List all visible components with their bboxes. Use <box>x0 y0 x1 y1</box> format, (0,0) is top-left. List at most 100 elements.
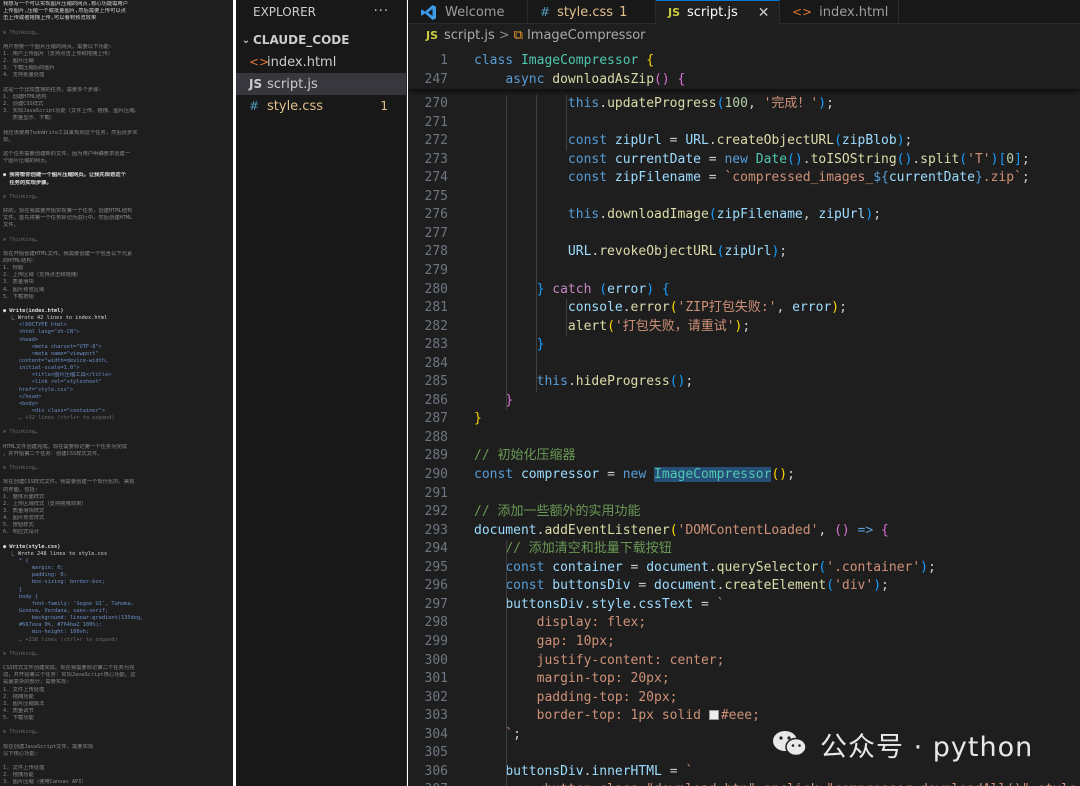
terminal-line: 2. 创建CSS样式 <box>3 100 44 107</box>
terminal-line: initial-scale=1.0"> <box>3 365 80 372</box>
code-line[interactable]: 281 console.error('ZIP打包失败:', error); <box>408 299 1080 318</box>
indent-guide <box>536 95 537 392</box>
terminal-line: <link rel="stylesheet" <box>3 379 102 386</box>
explorer-sidebar: EXPLORER ··· ⌄ CLAUDE_CODE <> index.html J… <box>236 0 407 786</box>
terminal-line: 6. 响应式设计 <box>3 529 40 536</box>
line-number: 291 <box>424 485 448 501</box>
code-line[interactable]: 272 const zipUrl = URL.createObjectURL(z… <box>408 132 1080 151</box>
terminal-line: padding: 0; <box>3 572 67 579</box>
code-line[interactable]: 300 justify-content: center; <box>408 652 1080 671</box>
code-line[interactable]: 295 const container = document.querySele… <box>408 559 1080 578</box>
tab-script-js[interactable]: JS script.js ✕ <box>656 0 780 24</box>
close-icon[interactable]: ✕ <box>758 5 770 21</box>
code-line[interactable]: 292 // 添加一些额外的实用功能 <box>408 503 1080 522</box>
line-number: 303 <box>424 708 448 724</box>
terminal-line: 文件。首先将第一个任务标记为进行中，然后创建HTML <box>3 215 133 222</box>
breadcrumb-symbol[interactable]: ImageCompressor <box>527 28 646 43</box>
code-line[interactable]: 289 // 初始化压缩器 <box>408 447 1080 466</box>
terminal-line: 我想写一个可以实现图片压缩的网页,核心功能需用户 <box>3 1 129 7</box>
code-line[interactable]: 285 this.hideProgress(); <box>408 373 1080 392</box>
code-line[interactable]: 290 const compressor = new ImageCompresso… <box>408 466 1080 485</box>
code-line[interactable]: 297 buttonsDiv.style.cssText = ` <box>408 596 1080 615</box>
code-line[interactable]: 270 this.updateProgress(100, '完成！'); <box>408 95 1080 114</box>
terminal-line: 击上传或者拖拽上传,可以看到预览效果 <box>3 15 97 22</box>
code-line[interactable]: 278 URL.revokeObjectURL(zipUrl); <box>408 243 1080 262</box>
code-line[interactable]: 291 <box>408 485 1080 504</box>
terminal-line: 3. 图片压缩（使用Canvas API） <box>3 779 87 786</box>
file-list: <> index.html JS script.js # style.css 1 <box>236 51 406 117</box>
tab-style-css[interactable]: # style.css 1 <box>528 0 656 24</box>
terminal-line: <div class="container"> <box>3 408 106 415</box>
line-number: 293 <box>424 522 448 538</box>
code-text: const zipUrl = URL.createObjectURL(zipBl… <box>567 133 913 149</box>
terminal-line: <body> <box>3 400 39 407</box>
code-line[interactable]: 294 // 添加清空和批量下载按钮 <box>408 540 1080 559</box>
terminal-line: 3. 下载压缩后的图片 <box>3 65 55 72</box>
folder-claude-code[interactable]: ⌄ CLAUDE_CODE <box>236 29 406 51</box>
terminal-line: 1. 文件上传处理 <box>3 686 45 693</box>
terminal-line: ✻ Thinking… <box>3 29 39 36</box>
code-line[interactable]: 296 const buttonsDiv = document.createEl… <box>408 577 1080 596</box>
code-line[interactable]: 282 alert('打包失败，请重试'); <box>408 318 1080 337</box>
code-line[interactable]: 306 buttonsDiv.innerHTML = ` <box>408 763 1080 782</box>
tab-welcome[interactable]: Welcome <box>408 0 528 24</box>
chevron-down-icon[interactable]: ⌄ <box>239 35 253 46</box>
code-line[interactable]: 276 this.downloadImage(zipFilename, zipU… <box>408 206 1080 225</box>
code-text: this.updateProgress(100, '完成！'); <box>567 96 834 111</box>
line-number: 297 <box>424 596 448 612</box>
code-line[interactable]: 247 async downloadAsZip() { <box>408 71 1080 90</box>
terminal-line: 2. 上传区域样式（支持拖拽效果） <box>3 500 87 507</box>
code-text: // 添加清空和批量下载按钮 <box>505 541 672 557</box>
problem-count-badge: 1 <box>380 99 388 113</box>
code-line[interactable]: 284 <box>408 355 1080 374</box>
terminal-line: font-family: 'Segoe UI', Tahoma, <box>3 600 134 607</box>
editor-area: Welcome # style.css 1 JS script.js ✕ <> index.ht… <box>408 0 1080 786</box>
code-line[interactable]: 1 class ImageCompressor { <box>408 52 1080 71</box>
sticky-scroll-header[interactable]: 1 class ImageCompressor {247 async downlo… <box>408 51 1080 89</box>
more-actions-icon[interactable]: ··· <box>374 5 389 18</box>
file-name: index.html <box>267 54 337 70</box>
code-line[interactable]: 299 gap: 10px; <box>408 633 1080 652</box>
code-text: border-top: 1px solid #eee; <box>474 708 760 724</box>
html-file-icon: <> <box>792 5 813 19</box>
code-text: } <box>536 337 545 353</box>
code-line[interactable]: 301 margin-top: 20px; <box>408 670 1080 689</box>
terminal-line: 我应该使用TodoWrite工具来规划这个任务，然后逐步实 <box>3 129 138 136</box>
code-line[interactable]: 273 const currentDate = new Date().toISO… <box>408 151 1080 170</box>
code-line[interactable]: 307 <button class="download-btn" onclick… <box>408 781 1080 786</box>
code-line[interactable]: 274 const zipFilename = `compressed_imag… <box>408 169 1080 188</box>
code-line[interactable]: 303 border-top: 1px solid #eee; <box>408 707 1080 726</box>
code-line[interactable]: 286 } <box>408 392 1080 411</box>
terminal-line: 现在创建CSS样式文件。我需要创建一个现代化的、美观 <box>3 479 135 486</box>
wechat-icon <box>773 731 807 757</box>
code-line[interactable]: 280 } catch (error) { <box>408 281 1080 300</box>
code-line[interactable]: 287} <box>408 410 1080 429</box>
terminal-line: 3. 实现JavaScript功能（文件上传、拖拽、图片压缩、 <box>3 108 140 115</box>
indent-guide <box>566 95 567 151</box>
terminal-line: <!DOCTYPE html> <box>3 322 67 329</box>
file-script-js[interactable]: JS script.js <box>236 73 406 95</box>
code-text: const compressor = new ImageCompressor()… <box>474 467 795 482</box>
code-line[interactable]: 275 <box>408 188 1080 207</box>
code-line[interactable]: 279 <box>408 262 1080 281</box>
code-line[interactable]: 277 <box>408 225 1080 244</box>
code-line[interactable]: 298 display: flex; <box>408 614 1080 633</box>
terminal-line: 的界面，包括: <box>3 486 38 493</box>
tab-index-html[interactable]: <> index.html <box>780 0 900 24</box>
breadcrumb-file[interactable]: script.js <box>444 28 495 43</box>
file-index-html[interactable]: <> index.html <box>236 51 406 73</box>
line-number: 302 <box>424 689 448 705</box>
code-line[interactable]: 271 <box>408 114 1080 133</box>
terminal-line: background: linear-gradient(135deg, <box>3 615 144 622</box>
code-line[interactable]: 302 padding-top: 20px; <box>408 689 1080 708</box>
code-line[interactable]: 293 document.addEventListener('DOMContent… <box>408 522 1080 541</box>
file-style-css[interactable]: # style.css 1 <box>236 95 406 117</box>
code-line[interactable]: 283 } <box>408 336 1080 355</box>
code-line[interactable]: 288 <box>408 429 1080 448</box>
terminal-line: 现在创建JavaScript文件，需要实现 <box>3 743 94 750</box>
